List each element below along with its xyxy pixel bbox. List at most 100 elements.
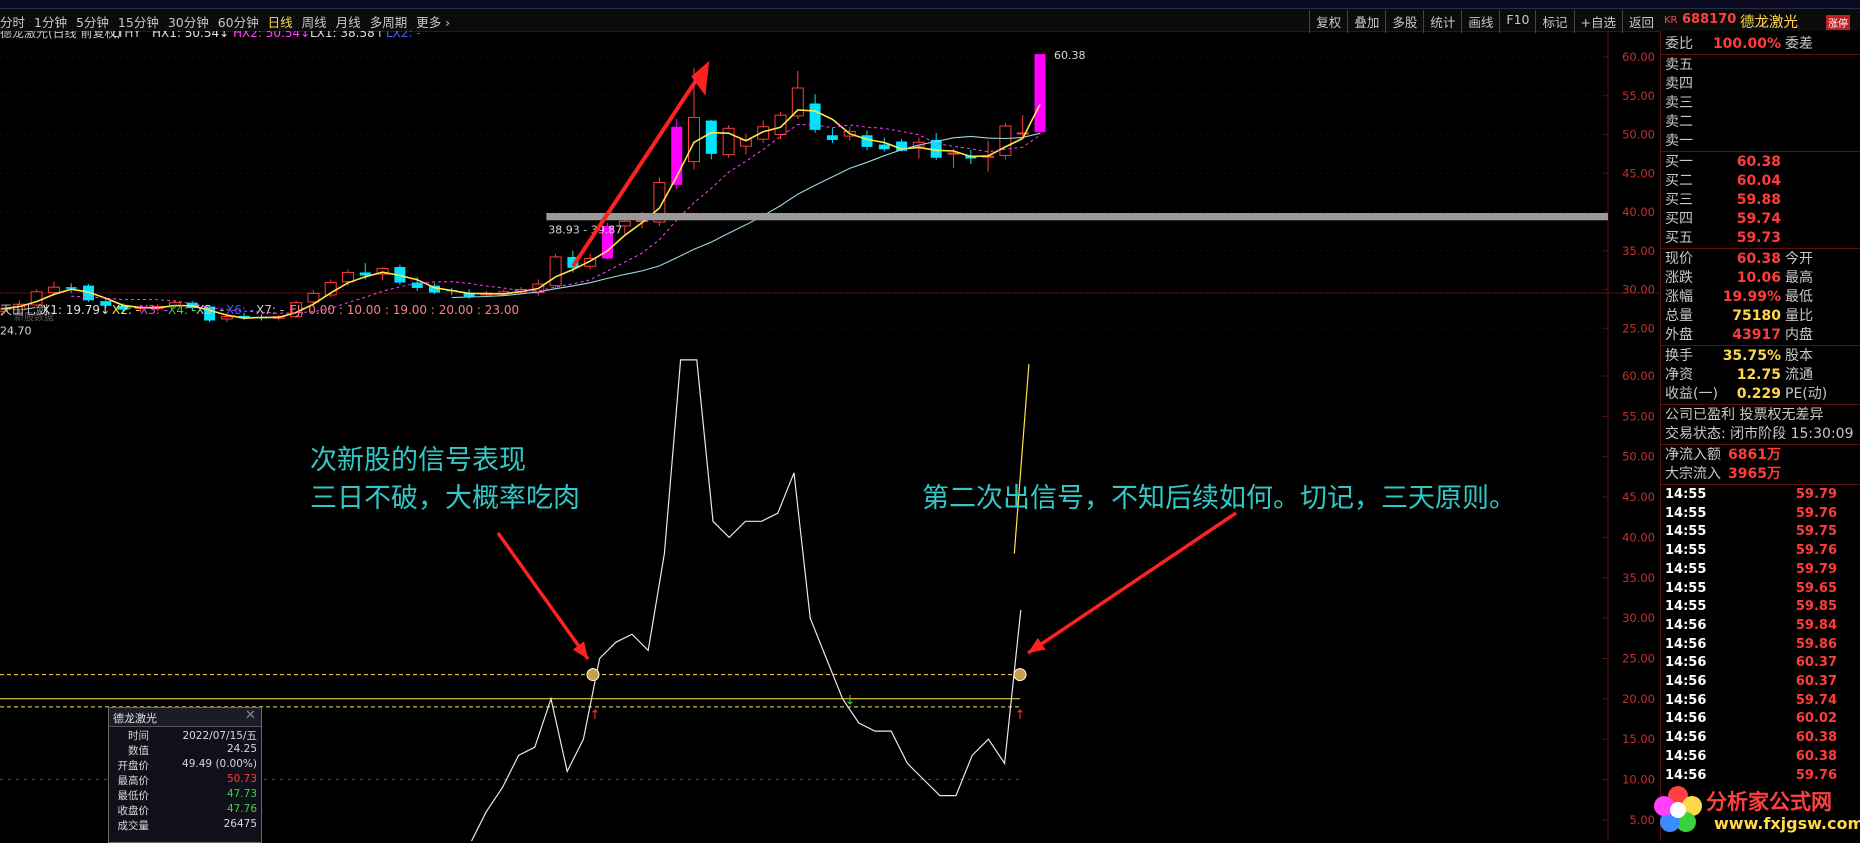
- signal-up-icon: ↑: [590, 708, 601, 723]
- info-value: 24.25: [226, 743, 257, 755]
- main-y-tick-label: 35.00: [1622, 244, 1655, 258]
- tick-price: 60.02: [1795, 711, 1837, 727]
- quote-divider: [1661, 151, 1860, 152]
- stat-row: 总量 75180 量比: [1661, 307, 1860, 325]
- fin-row-c3: 股本: [1785, 348, 1813, 364]
- status-row-c1: 交易状态: 闭市阶段 15:30:09: [1665, 426, 1854, 442]
- weibi-row: 委比 100.00% 委差: [1661, 35, 1860, 53]
- period-tab-4[interactable]: 30分钟: [168, 12, 209, 31]
- status-row: 交易状态: 闭市阶段 15:30:09: [1661, 425, 1860, 443]
- candle-body: [705, 120, 717, 154]
- tick-row: 14:55 59.79: [1661, 486, 1860, 505]
- period-tab-7[interactable]: 周线: [302, 12, 327, 31]
- info-row: 收盘价 47.76: [109, 803, 261, 817]
- stat-row-c2: 19.99%: [1722, 289, 1781, 305]
- candle-body: [826, 135, 838, 140]
- buy-level: 买三 59.88: [1661, 191, 1860, 209]
- sub-y-tick-label: 20.00: [1622, 692, 1655, 706]
- stat-row-c1: 涨幅: [1665, 289, 1693, 305]
- stat-row: 涨跌 10.06 最高: [1661, 269, 1860, 287]
- sell-level: 卖四: [1661, 75, 1860, 93]
- sell-level-c1: 卖二: [1665, 114, 1693, 130]
- buy-level-c2: 59.88: [1736, 192, 1781, 208]
- buy-level-c2: 60.38: [1736, 154, 1781, 170]
- toolbar-button-4[interactable]: 画线: [1461, 10, 1499, 33]
- stat-row: 外盘 43917 内盘: [1661, 326, 1860, 344]
- x2-value: X2: -: [112, 303, 140, 317]
- main-y-tick-label: 40.00: [1622, 205, 1655, 219]
- stat-row-c1: 现价: [1665, 251, 1693, 267]
- info-row: 时间 2022/07/15/五: [109, 728, 261, 742]
- toolbar-button-2[interactable]: 多股: [1385, 10, 1423, 33]
- sell-level: 卖三: [1661, 94, 1860, 112]
- tick-price: 60.37: [1795, 674, 1837, 689]
- toolbar-button-7[interactable]: +自选: [1573, 10, 1622, 33]
- period-tab-8[interactable]: 月线: [336, 12, 361, 31]
- stock-header: KR 688170 德龙激光 涨停: [1660, 9, 1860, 32]
- support-band-label: 38.93 - 39.87: [548, 223, 622, 236]
- candle-body: [861, 135, 873, 147]
- main-chart-header: 德龙激光(日线 前复权) LTHY HX1: 50.54↓ HX2: 50.54…: [0, 31, 421, 40]
- close-icon[interactable]: ✕: [245, 708, 256, 723]
- info-key: 开盘价: [117, 760, 150, 772]
- period-tab-5[interactable]: 60分钟: [218, 12, 259, 31]
- toolbar-button-5[interactable]: F10: [1499, 10, 1535, 33]
- tick-time: 14:56: [1665, 636, 1707, 652]
- tick-time: 14:56: [1665, 711, 1707, 727]
- period-tab-3[interactable]: 15分钟: [118, 12, 159, 31]
- quote-divider: [1661, 248, 1860, 249]
- info-value: 49.49 (0.00%): [182, 758, 257, 770]
- toolbar-button-8[interactable]: 返回: [1621, 10, 1660, 33]
- site-watermark: 分析家公式网 www.fxjgsw.com: [1650, 780, 1860, 841]
- info-box-name: 德龙激光: [113, 712, 157, 725]
- period-tab-0[interactable]: 分时: [0, 12, 25, 31]
- stat-row-c3: 量比: [1785, 308, 1813, 324]
- x6-value: X6: -: [226, 303, 254, 317]
- period-tab-9[interactable]: 多周期: [370, 12, 408, 31]
- fin-row-c3: PE(动): [1785, 386, 1828, 402]
- info-key: 最低价: [117, 790, 150, 802]
- fin-row-c1: 收益(一): [1665, 386, 1718, 402]
- info-row: 最低价 47.73: [109, 788, 261, 802]
- buy-level-c2: 59.73: [1736, 230, 1781, 246]
- x5-value: X5: -: [196, 303, 224, 317]
- watermark-url: www.fxjgsw.com: [1714, 814, 1860, 833]
- candle-body: [878, 144, 890, 150]
- period-tab-2[interactable]: 5分钟: [76, 12, 109, 31]
- stat-row-c1: 外盘: [1665, 327, 1693, 343]
- tick-time: 14:55: [1665, 487, 1707, 502]
- sell-level: 卖二: [1661, 113, 1860, 131]
- period-tab-6[interactable]: 日线: [268, 12, 293, 31]
- period-tab-10[interactable]: 更多 ›: [416, 12, 450, 31]
- tick-row: 14:56 60.37: [1661, 673, 1860, 692]
- signal-up-icon: ↑: [1015, 708, 1026, 723]
- toolbar-button-1[interactable]: 叠加: [1347, 10, 1385, 33]
- fin-row-c2: 0.229: [1736, 386, 1781, 402]
- tick-row: 14:55 59.75: [1661, 523, 1860, 542]
- fin-row: 收益(一) 0.229 PE(动): [1661, 385, 1860, 403]
- tick-price: 59.79: [1795, 487, 1837, 502]
- stat-row-c1: 涨跌: [1665, 270, 1693, 286]
- support-band: [546, 213, 1608, 221]
- toolbar-button-3[interactable]: 统计: [1423, 10, 1461, 33]
- annotation-signal-note: 三日不破，大概率吃肉: [310, 483, 580, 514]
- sub-y-tick-label: 40.00: [1622, 530, 1655, 544]
- x1-value: X1: 19.79↓: [42, 303, 110, 317]
- company-row-c1: 公司已盈利 投票权无差异: [1665, 407, 1824, 423]
- toolbar-button-0[interactable]: 复权: [1309, 10, 1347, 33]
- toolbar-actions: 复权 叠加 多股 统计 画线 F10 标记 +自选 返回: [1309, 10, 1660, 33]
- sub-y-tick-label: 50.00: [1622, 450, 1655, 464]
- net-inflow-row: 净流入额 6861万: [1661, 446, 1860, 464]
- period-tab-1[interactable]: 1分钟: [34, 12, 67, 31]
- stat-row-c3: 最低: [1785, 289, 1813, 305]
- toolbar-button-6[interactable]: 标记: [1535, 10, 1573, 33]
- quote-divider: [1661, 345, 1860, 346]
- tick-row: 14:55 59.76: [1661, 542, 1860, 561]
- flower-logo-icon: [1654, 786, 1702, 832]
- tick-time: 14:55: [1665, 580, 1707, 596]
- info-value: 26475: [223, 818, 257, 830]
- sub-y-tick-label: 45.00: [1622, 490, 1655, 504]
- buy-level-c2: 59.74: [1736, 211, 1781, 227]
- main-y-tick-label: 60.00: [1622, 50, 1655, 64]
- tick-time: 14:55: [1665, 505, 1707, 521]
